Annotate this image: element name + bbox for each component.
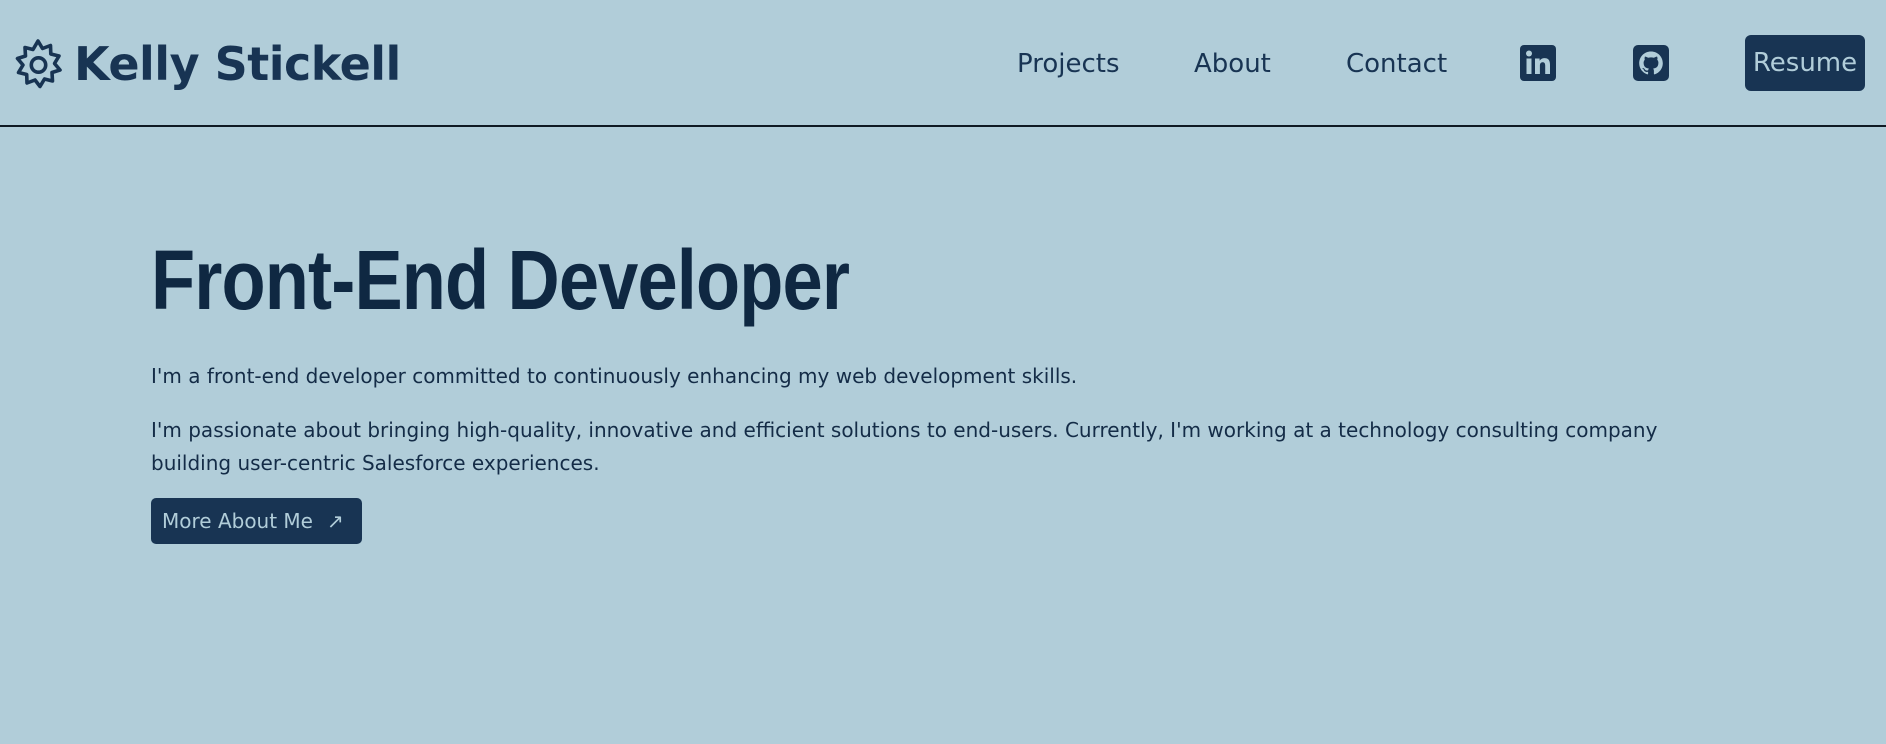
hero-section: Front-End Developer I'm a front-end deve… bbox=[151, 230, 1711, 544]
github-icon bbox=[1633, 45, 1669, 81]
linkedin-icon bbox=[1520, 45, 1556, 81]
resume-button[interactable]: Resume bbox=[1745, 35, 1865, 91]
github-link[interactable] bbox=[1632, 44, 1670, 82]
nav-about-link[interactable]: About bbox=[1194, 44, 1271, 84]
gear-icon bbox=[15, 39, 62, 89]
more-about-me-button[interactable]: More About Me ↗ bbox=[151, 498, 362, 544]
arrow-up-right-icon: ↗ bbox=[327, 509, 344, 533]
nav-projects-link[interactable]: Projects bbox=[1017, 44, 1120, 84]
brand-name: Kelly Stickell bbox=[74, 37, 401, 91]
bio-paragraph: I'm passionate about bringing high-quali… bbox=[151, 418, 1658, 475]
brand-logo-link[interactable]: Kelly Stickell bbox=[12, 36, 401, 92]
nav-contact-link[interactable]: Contact bbox=[1346, 44, 1447, 84]
page-title: Front-End Developer bbox=[151, 233, 850, 327]
site-header: Kelly Stickell Projects About Contact Re… bbox=[0, 0, 1886, 127]
more-about-me-label: More About Me bbox=[162, 509, 313, 533]
linkedin-link[interactable] bbox=[1519, 44, 1557, 82]
intro-paragraph: I'm a front-end developer committed to c… bbox=[151, 364, 1078, 388]
